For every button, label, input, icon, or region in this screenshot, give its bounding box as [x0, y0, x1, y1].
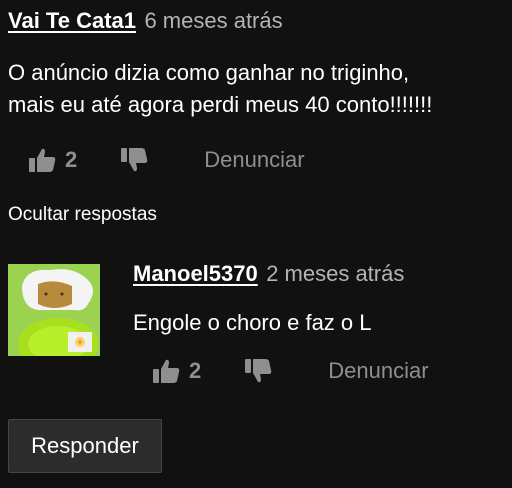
comment-timestamp: 6 meses atrás: [144, 8, 283, 33]
dislike-button[interactable]: [119, 145, 149, 175]
comment-body-line: mais eu até agora perdi meus 40 conto!!!…: [8, 92, 433, 117]
reply-author-link[interactable]: Manoel5370: [133, 261, 258, 286]
reply-body: Engole o choro e faz o L: [133, 310, 372, 335]
like-button[interactable]: 2: [27, 145, 77, 175]
like-count: 2: [65, 147, 78, 172]
reply-dislike-button[interactable]: [243, 356, 273, 386]
thumbs-down-icon: [245, 359, 272, 383]
reply-timestamp: 2 meses atrás: [266, 261, 405, 286]
comment-author-link[interactable]: Vai Te Cata1: [8, 8, 136, 33]
report-link[interactable]: Denunciar: [204, 147, 304, 173]
reply-like-count: 2: [189, 358, 202, 383]
comment-thread: Vai Te Cata1 6 meses atrás O anúncio diz…: [0, 0, 512, 488]
respond-button[interactable]: Responder: [8, 419, 162, 473]
comment-body-line: O anúncio dizia como ganhar no triginho,: [8, 60, 410, 85]
thumbs-down-icon: [121, 148, 148, 172]
reply-like-button[interactable]: 2: [151, 356, 201, 386]
thumbs-up-icon: [153, 359, 180, 383]
hide-replies-toggle[interactable]: Ocultar respostas: [8, 204, 157, 226]
avatar[interactable]: [8, 264, 100, 356]
comment-body: O anúncio dizia como ganhar no triginho,…: [8, 57, 508, 121]
reply-report-link[interactable]: Denunciar: [328, 358, 428, 384]
avatar-illustration: [8, 264, 100, 356]
reply-header: Manoel5370 2 meses atrás: [133, 261, 404, 287]
comment-actions: 2 Denunciar: [27, 144, 305, 176]
thumbs-up-icon: [29, 148, 56, 172]
comment-header: Vai Te Cata1 6 meses atrás: [8, 8, 283, 34]
reply-actions: 2 Denunciar: [151, 355, 429, 387]
